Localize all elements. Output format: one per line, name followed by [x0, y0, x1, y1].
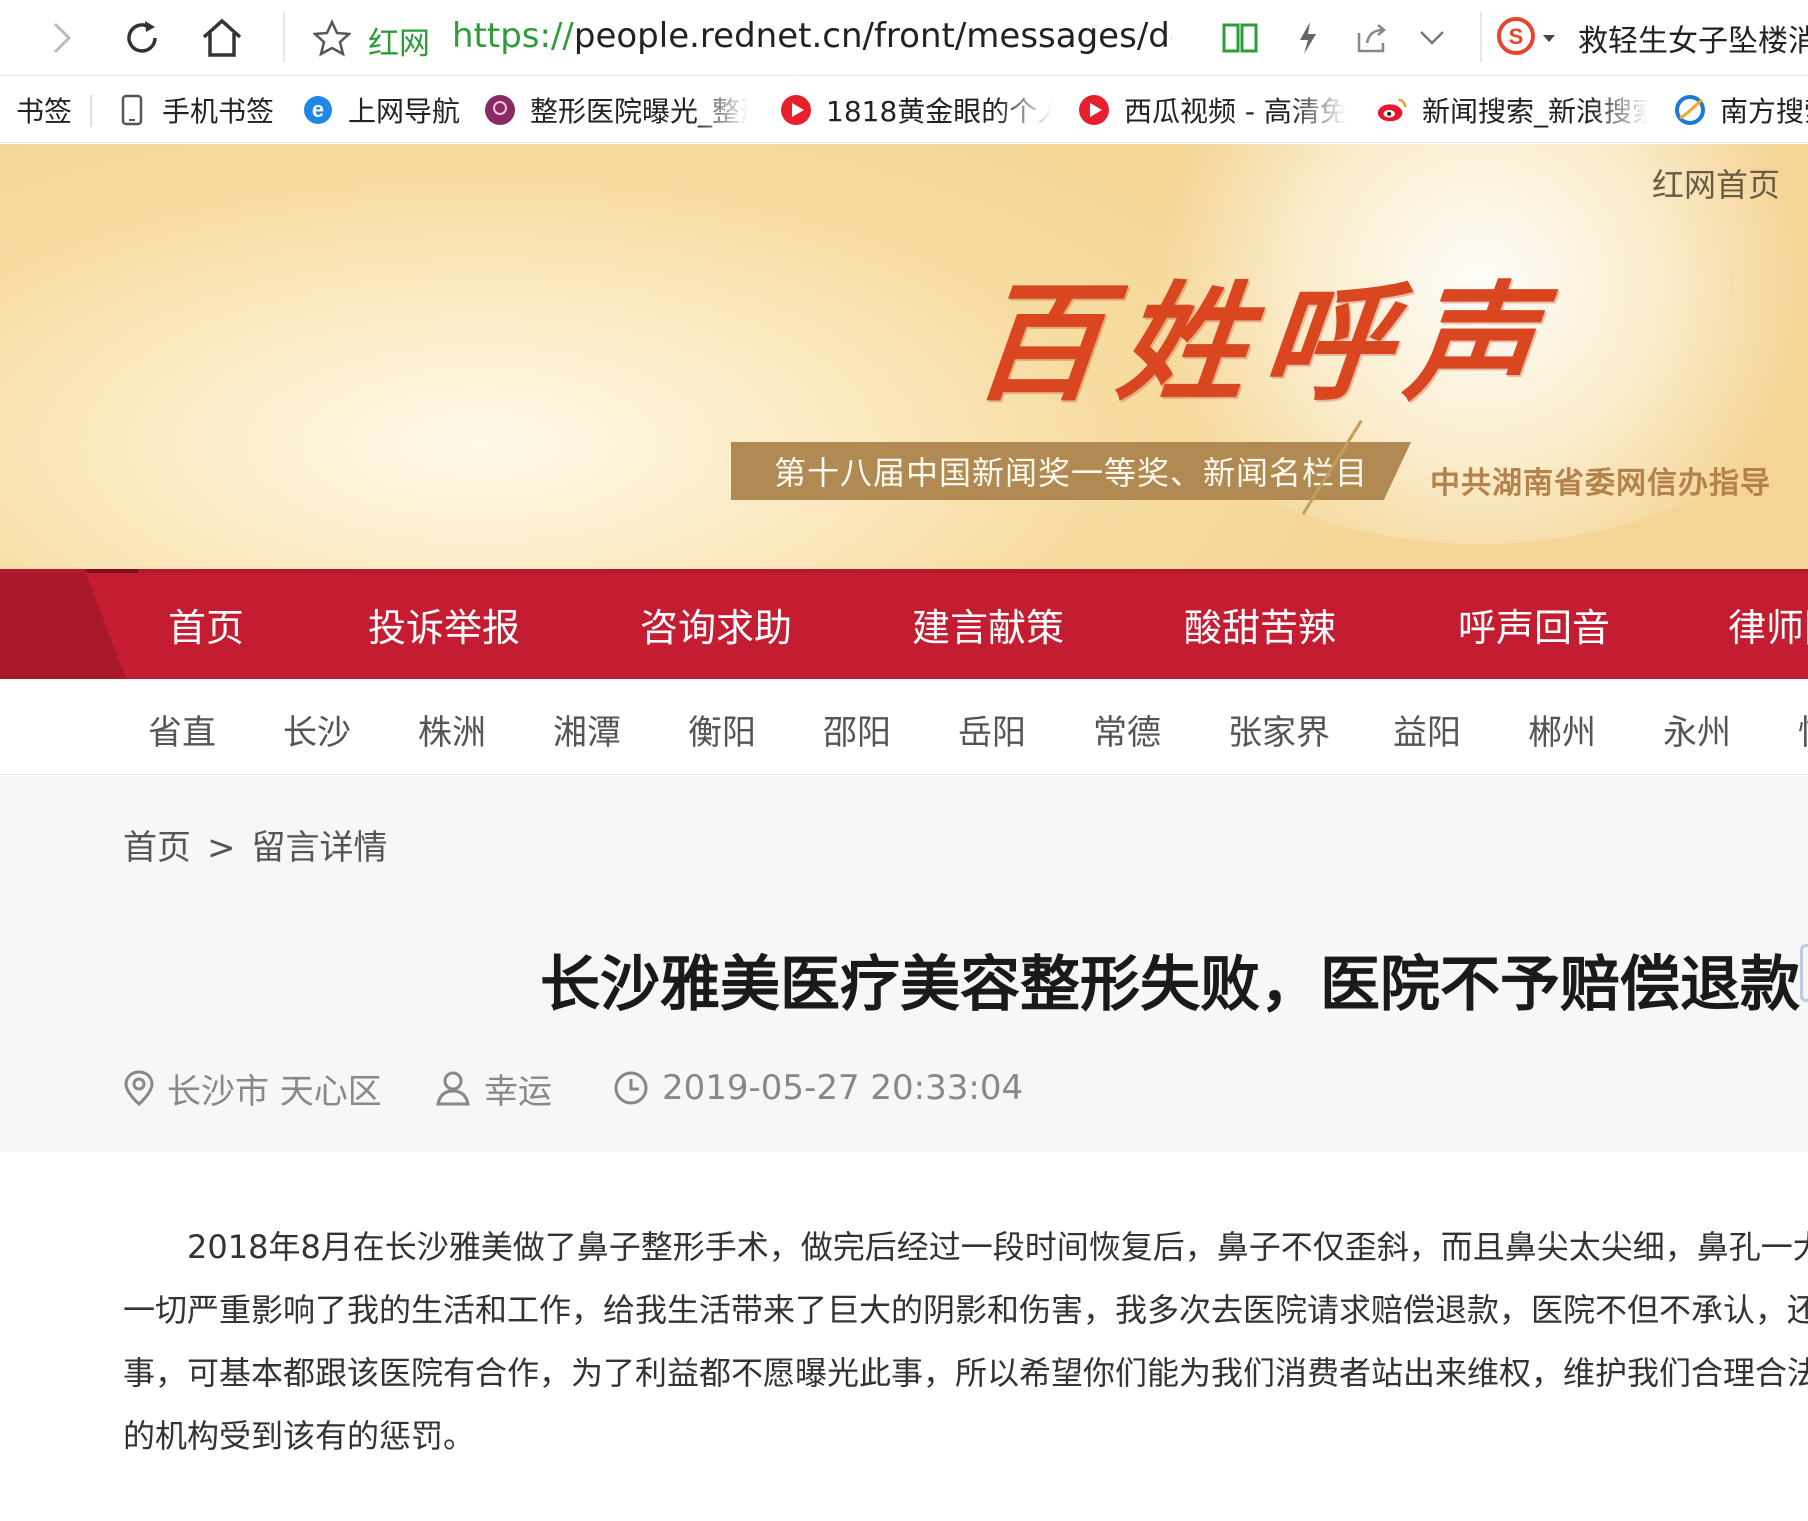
nav-item-consult[interactable]: 咨询求助 [640, 597, 792, 652]
star-icon[interactable] [306, 12, 358, 64]
city-item[interactable]: 郴州 [1528, 705, 1596, 754]
bookmark-label: 整形医院曝光_整形 [530, 95, 748, 128]
svg-text:e: e [312, 97, 324, 122]
ie-icon: e [302, 94, 334, 126]
bookmarks-bar: 书签 手机书签 e 上网导航 整形医院曝光_整形 1818黄金眼的个人 西瓜视频… [0, 77, 1808, 143]
award-badge: 第十八届中国新闻奖一等奖、新闻名栏目 [731, 442, 1411, 500]
svg-text:S: S [1509, 24, 1524, 49]
city-item[interactable]: 长沙 [283, 705, 351, 754]
sogou-icon[interactable]: S [1496, 16, 1536, 60]
bookmark-label: 1818黄金眼的个人 [826, 95, 1052, 128]
city-nav: 省直 长沙 株洲 湘潭 衡阳 邵阳 岳阳 常德 张家界 益阳 郴州 永州 怀化 [0, 679, 1808, 775]
toolbar-divider [283, 12, 285, 62]
lightning-icon[interactable] [1282, 12, 1334, 64]
nav-item-lawyer[interactable]: 律师团 [1728, 597, 1808, 652]
bookmark-xigua[interactable]: 西瓜视频 - 高清免 [1078, 77, 1346, 142]
city-item[interactable]: 张家界 [1228, 705, 1330, 754]
home-icon[interactable] [196, 12, 248, 64]
user-icon [436, 1071, 470, 1106]
back-icon[interactable] [36, 12, 88, 64]
city-item[interactable]: 永州 [1663, 705, 1731, 754]
bookmark-label: 南方搜索 [1720, 95, 1808, 128]
bookmark-label: 上网导航 [348, 95, 461, 128]
body-line: 2018年8月在长沙雅美做了鼻子整形手术，做完后经过一段时间恢复后，鼻子不仅歪斜… [187, 1228, 1808, 1266]
bookmarks-divider [90, 95, 92, 127]
share-icon[interactable] [1346, 12, 1398, 64]
city-item[interactable]: 衡阳 [688, 705, 756, 754]
body-line: 的机构受到该有的惩罚。 [123, 1417, 476, 1455]
title-tag-edge [1800, 944, 1808, 1002]
search-box[interactable]: S 救轻生女子坠楼消防 [1496, 14, 1808, 62]
breadcrumb-current: 留言详情 [251, 828, 388, 868]
bookmark-hospital[interactable]: 整形医院曝光_整形 [484, 77, 748, 142]
location-icon [124, 1070, 154, 1106]
toolbar-divider [1480, 12, 1482, 62]
city-item[interactable]: 株洲 [418, 705, 486, 754]
browser-toolbar: 红网 https://people.rednet.cn/front/messag… [0, 0, 1808, 76]
bookmark-southern[interactable]: 南方搜索 [1674, 77, 1808, 142]
article-location: 长沙市 天心区 [123, 1064, 382, 1112]
phone-icon [116, 94, 148, 126]
breadcrumb-separator: > [207, 828, 236, 868]
article-body: 2018年8月在长沙雅美做了鼻子整形手术，做完后经过一段时间恢复后，鼻子不仅歪斜… [123, 1216, 1808, 1468]
breadcrumb: 首页 > 留言详情 [123, 820, 388, 869]
datetime-text: 2019-05-27 20:33:04 [662, 1068, 1024, 1108]
bookmarks-menu[interactable]: 书签 [16, 77, 73, 142]
city-item[interactable]: 益阳 [1393, 705, 1461, 754]
nav-item-suggest[interactable]: 建言献策 [912, 597, 1064, 652]
breadcrumb-home[interactable]: 首页 [123, 828, 191, 868]
body-line: 一切严重影响了我的生活和工作，给我生活带来了巨大的阴影和伤害，我多次去医院请求赔… [123, 1291, 1808, 1329]
bookmark-mobile[interactable]: 手机书签 [116, 77, 275, 142]
column-logo: 百姓呼声 [966, 269, 1559, 419]
bookmark-label: 书签 [16, 95, 73, 128]
video-icon [1078, 94, 1110, 126]
reader-icon[interactable] [1214, 12, 1266, 64]
url-protocol: https:// [452, 16, 574, 56]
url-path: people.rednet.cn/front/messages/detail? [573, 16, 1172, 56]
nav-item-home[interactable]: 首页 [168, 597, 244, 652]
author-name: 幸运 [484, 1071, 552, 1112]
video-icon [780, 94, 812, 126]
url-field[interactable]: https://people.rednet.cn/front/messages/… [452, 16, 1172, 56]
clock-icon [614, 1071, 648, 1105]
bookmark-huangjinyan[interactable]: 1818黄金眼的个人 [780, 77, 1052, 142]
bookmark-label: 新闻搜索_新浪搜索 [1422, 95, 1648, 128]
city-item[interactable]: 岳阳 [958, 705, 1026, 754]
bookmark-nav[interactable]: e 上网导航 [302, 77, 461, 142]
city-item[interactable]: 怀化 [1798, 705, 1808, 754]
search-input[interactable]: 救轻生女子坠楼消防 [1578, 16, 1808, 60]
city-item[interactable]: 常德 [1093, 705, 1161, 754]
bookmark-label: 西瓜视频 - 高清免 [1124, 95, 1346, 128]
article-datetime: 2019-05-27 20:33:04 [612, 1064, 1023, 1112]
page-banner: 红网首页 百姓呼声 第十八届中国新闻奖一等奖、新闻名栏目 中共湖南省委网信办指导 [0, 144, 1808, 572]
city-item[interactable]: 邵阳 [823, 705, 891, 754]
article-author: 幸运 [434, 1064, 552, 1112]
rednet-home-link[interactable]: 红网首页 [1652, 160, 1780, 206]
weibo-icon [1376, 94, 1408, 126]
nav-item-life[interactable]: 酸甜苦辣 [1184, 597, 1336, 652]
southern-icon [1674, 94, 1706, 126]
article-title: 长沙雅美医疗美容整形失败，医院不予赔偿退款 [540, 950, 1800, 1020]
chevron-down-icon[interactable] [1406, 12, 1458, 64]
bookmark-label: 手机书签 [162, 95, 275, 128]
nav-item-complaint[interactable]: 投诉举报 [368, 597, 520, 652]
bookmark-sina[interactable]: 新闻搜索_新浪搜索 [1376, 77, 1648, 142]
main-nav: 首页 投诉举报 咨询求助 建言献策 酸甜苦辣 呼声回音 律师团 [0, 569, 1808, 679]
city-item[interactable]: 湘潭 [553, 705, 621, 754]
refresh-icon[interactable] [116, 12, 168, 64]
location-text: 长沙市 天心区 [167, 1071, 382, 1112]
search-engine-dropdown-icon[interactable] [1542, 29, 1556, 48]
body-line: 事，可基本都跟该医院有合作，为了利益都不愿曝光此事，所以希望你们能为我们消费者站… [123, 1354, 1808, 1392]
nav-item-response[interactable]: 呼声回音 [1458, 597, 1610, 652]
city-item[interactable]: 省直 [148, 705, 216, 754]
site-label: 红网 [368, 26, 430, 62]
hospital-logo-icon [484, 94, 516, 126]
guidance-text: 中共湖南省委网信办指导 [1430, 466, 1771, 501]
